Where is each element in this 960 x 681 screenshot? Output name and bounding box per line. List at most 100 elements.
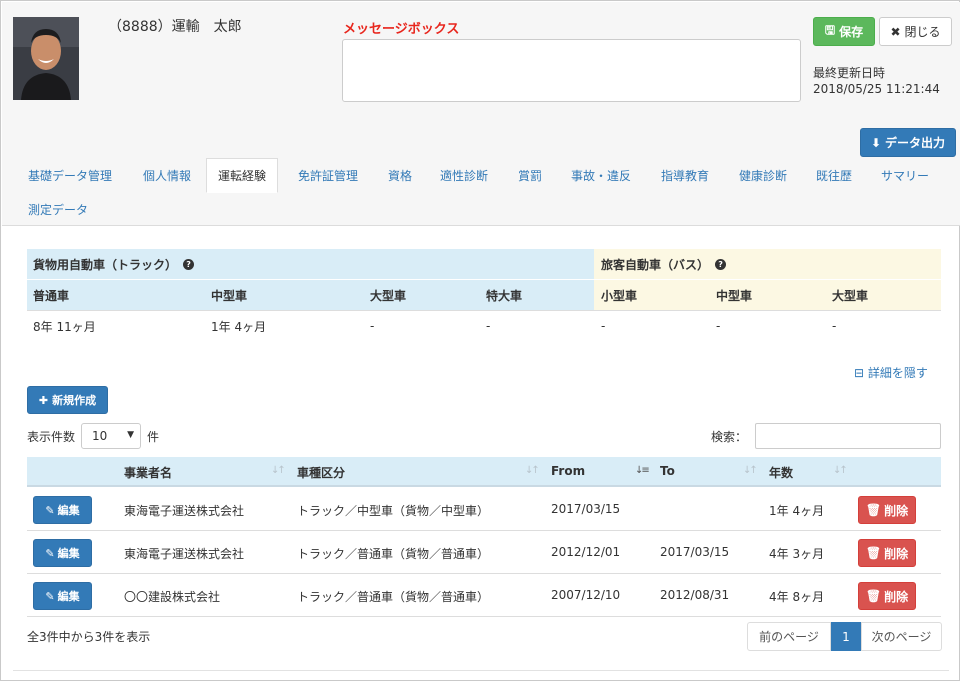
help-icon[interactable]: ? — [183, 258, 195, 270]
employee-name: （8888）運輸 太郎 — [108, 19, 242, 35]
val-bus-small: - — [601, 319, 606, 333]
cell-vehicle-type: トラック／普通車（貨物／普通車） — [297, 547, 490, 561]
tab-license[interactable]: 免許証管理 — [287, 158, 369, 192]
tab-guidance[interactable]: 指導教育 — [650, 158, 720, 192]
data-export-label: データ出力 — [885, 136, 946, 150]
th-company[interactable]: 事業者名 — [124, 464, 172, 481]
download-icon: ⬇ — [870, 135, 882, 150]
delete-button[interactable]: 🗑 削除 — [858, 582, 916, 610]
cell-company: 東海電子運送株式会社 — [124, 504, 245, 518]
divider — [13, 670, 949, 671]
tab-measurement-data[interactable]: 測定データ — [17, 192, 99, 226]
cell-years: 4年 3ヶ月 — [769, 547, 825, 561]
table-info: 全3件中から3件を表示 — [27, 630, 151, 644]
app-window: （8888）運輸 太郎 メッセージボックス 🖫 保存 ✖ 閉じる 最終更新日時 … — [0, 0, 960, 681]
val-extra-large: - — [486, 319, 491, 333]
th-to[interactable]: To — [660, 464, 675, 478]
col-standard: 普通車 — [33, 288, 70, 303]
cell-company: 〇〇建設株式会社 — [124, 590, 221, 604]
next-page-button[interactable]: 次のページ — [861, 622, 942, 651]
sort-icon[interactable]: ↓↑ — [271, 465, 286, 476]
cell-vehicle-type: トラック／普通車（貨物／普通車） — [297, 590, 490, 604]
collapse-icon: ⊟ — [854, 366, 865, 380]
cell-from: 2012/12/01 — [551, 545, 621, 559]
edit-button[interactable]: ✎ 編集 — [33, 582, 92, 610]
cell-vehicle-type: トラック／中型車（貨物／中型車） — [297, 504, 490, 518]
close-button-label: 閉じる — [904, 25, 941, 39]
val-bus-medium: - — [716, 319, 721, 333]
cell-to: 2012/08/31 — [660, 588, 730, 602]
close-button[interactable]: ✖ 閉じる — [879, 17, 952, 46]
divider — [27, 310, 941, 311]
cell-company: 東海電子運送株式会社 — [124, 547, 245, 561]
message-box[interactable] — [342, 39, 801, 102]
bus-columns — [594, 280, 941, 310]
edit-button[interactable]: ✎ 編集 — [33, 539, 92, 567]
table-row: ✎ 編集 東海電子運送株式会社 トラック／普通車（貨物／普通車） 2012/12/… — [27, 531, 941, 574]
sort-icon[interactable]: ↓↑ — [743, 465, 758, 476]
edit-label: 編集 — [57, 547, 80, 560]
sort-icon[interactable]: ↓↑ — [833, 465, 848, 476]
sort-desc-icon[interactable]: ↓≡ — [635, 465, 650, 476]
page-size-select[interactable]: 10 ▼ — [81, 423, 141, 449]
delete-label: 削除 — [884, 503, 909, 518]
table-header: 事業者名 ↓↑ 車種区分 ↓↑ From ↓≡ To ↓↑ 年数 ↓↑ — [27, 457, 941, 487]
table-row: ✎ 編集 東海電子運送株式会社 トラック／中型車（貨物／中型車） 2017/03/… — [27, 488, 941, 531]
message-box-title: メッセージボックス — [343, 22, 460, 37]
th-from[interactable]: From — [551, 464, 585, 478]
tab-rewards-penalties[interactable]: 賞罰 — [507, 158, 553, 192]
tab-qualifications[interactable]: 資格 — [377, 158, 423, 192]
bus-header: 旅客自動車（バス） ? — [594, 249, 941, 279]
trash-icon: 🗑 — [865, 589, 882, 603]
last-updated-label: 最終更新日時 — [813, 66, 886, 80]
data-export-button[interactable]: ⬇ データ出力 — [860, 128, 956, 157]
new-button[interactable]: ✚ 新規作成 — [27, 386, 108, 414]
tab-personal-info[interactable]: 個人情報 — [132, 158, 202, 192]
cell-to: 2017/03/15 — [660, 545, 730, 559]
help-icon[interactable]: ? — [715, 258, 727, 270]
last-updated-value: 2018/05/25 11:21:44 — [813, 82, 940, 96]
cell-years: 1年 4ヶ月 — [769, 504, 825, 518]
col-large: 大型車 — [370, 288, 407, 303]
delete-label: 削除 — [884, 546, 909, 561]
th-years[interactable]: 年数 — [769, 464, 793, 481]
table-row: ✎ 編集 〇〇建設株式会社 トラック／普通車（貨物／普通車） 2007/12/10… — [27, 574, 941, 617]
tab-basic-data[interactable]: 基礎データ管理 — [17, 158, 123, 192]
current-page-button[interactable]: 1 — [831, 622, 861, 651]
th-vehicle-type[interactable]: 車種区分 — [297, 464, 345, 481]
edit-label: 編集 — [57, 504, 80, 517]
page-size-unit: 件 — [147, 430, 160, 444]
tab-accidents[interactable]: 事故・違反 — [560, 158, 642, 192]
prev-page-button[interactable]: 前のページ — [747, 622, 831, 651]
tab-summary[interactable]: サマリー — [870, 158, 940, 192]
save-button[interactable]: 🖫 保存 — [813, 17, 875, 46]
tab-health-check[interactable]: 健康診断 — [728, 158, 798, 192]
tab-driving-experience[interactable]: 運転経験 — [206, 158, 279, 193]
tab-aptitude[interactable]: 適性診断 — [429, 158, 499, 192]
col-bus-medium: 中型車 — [716, 288, 753, 303]
caret-down-icon: ▼ — [127, 430, 134, 440]
col-bus-small: 小型車 — [601, 288, 638, 303]
edit-icon: ✎ — [45, 589, 55, 603]
delete-button[interactable]: 🗑 削除 — [858, 539, 916, 567]
tab-medical-history[interactable]: 既往歴 — [805, 158, 863, 192]
trash-icon: 🗑 — [865, 503, 882, 517]
col-extra-large: 特大車 — [486, 288, 523, 303]
new-button-label: 新規作成 — [52, 394, 97, 407]
cell-from: 2017/03/15 — [551, 502, 621, 516]
truck-header: 貨物用自動車（トラック） ? — [27, 249, 594, 279]
hide-details-link[interactable]: ⊟ 詳細を隠す — [854, 364, 928, 381]
edit-icon: ✎ — [45, 546, 55, 560]
save-button-label: 保存 — [839, 25, 864, 39]
edit-label: 編集 — [57, 590, 80, 603]
cell-years: 4年 8ヶ月 — [769, 590, 825, 604]
search-input[interactable] — [755, 423, 941, 449]
pagination: 前のページ 1 次のページ — [747, 622, 942, 651]
edit-button[interactable]: ✎ 編集 — [33, 496, 92, 524]
bus-title: 旅客自動車（バス） — [601, 257, 710, 272]
delete-button[interactable]: 🗑 削除 — [858, 496, 916, 524]
employee-header: （8888）運輸 太郎 メッセージボックス 🖫 保存 ✖ 閉じる 最終更新日時 … — [2, 2, 960, 226]
page-size-value: 10 — [92, 429, 108, 443]
hide-details-label: 詳細を隠す — [867, 366, 928, 380]
sort-icon[interactable]: ↓↑ — [525, 465, 540, 476]
